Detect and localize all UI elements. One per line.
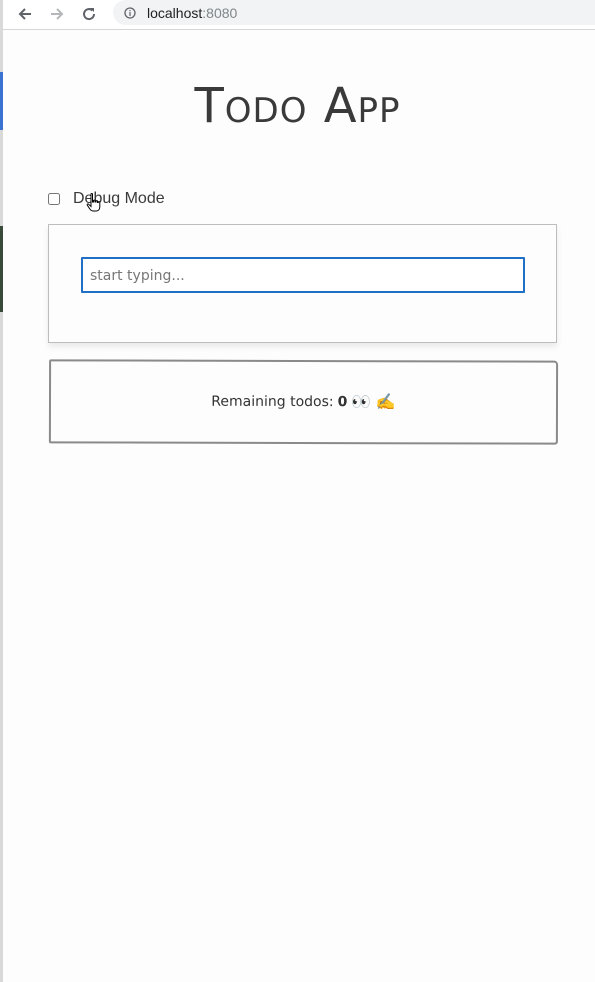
forward-button[interactable] <box>46 3 68 25</box>
reload-icon <box>83 8 96 21</box>
remaining-todos-count: 0 <box>337 394 348 411</box>
page-title: Todo App <box>194 78 401 134</box>
forward-arrow-icon <box>51 8 64 20</box>
remaining-todos-emoji: 👀 ✍️ <box>351 394 396 412</box>
background-window-edge-dark <box>0 226 3 312</box>
reload-button[interactable] <box>78 3 100 25</box>
url-host: localhost <box>147 4 203 21</box>
info-icon[interactable] <box>124 6 136 19</box>
todo-input[interactable] <box>81 257 525 293</box>
debug-mode-checkbox[interactable] <box>48 193 60 205</box>
hand-pointer-icon <box>86 193 101 212</box>
background-window-edge <box>0 0 3 982</box>
url-port: :8080 <box>202 4 238 21</box>
remaining-todos-card: Remaining todos: 0 👀 ✍️ <box>48 359 559 445</box>
address-bar[interactable]: localhost:8080 <box>113 0 595 25</box>
debug-mode-toggle[interactable]: Debug Mode <box>48 189 165 209</box>
back-arrow-icon <box>18 8 31 20</box>
todo-input-card <box>48 224 557 343</box>
back-button[interactable] <box>14 3 36 25</box>
remaining-todos-label: Remaining todos: <box>211 393 334 411</box>
browser-toolbar: localhost:8080 <box>3 0 595 30</box>
